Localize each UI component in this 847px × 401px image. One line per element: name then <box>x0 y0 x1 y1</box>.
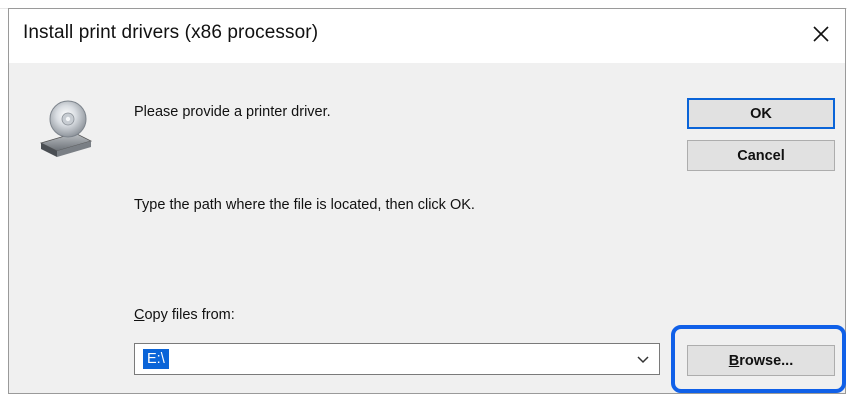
close-button[interactable] <box>803 17 839 51</box>
window-title: Install print drivers (x86 processor) <box>23 22 319 43</box>
chevron-down-icon <box>637 356 649 364</box>
copy-label-mnemonic: C <box>134 307 145 323</box>
screen: Install print drivers (x86 processor) Pl… <box>0 0 847 401</box>
message-type-path: Type the path where the file is located,… <box>134 197 475 213</box>
browse-mnemonic: B <box>728 352 740 369</box>
message-provide-driver: Please provide a printer driver. <box>134 104 331 120</box>
copy-label-text: opy files from: <box>144 307 235 323</box>
close-icon <box>813 26 829 42</box>
browse-label-text: rowse... <box>739 352 794 369</box>
path-input-value[interactable]: E:\ <box>143 349 169 369</box>
ok-button[interactable]: OK <box>687 98 835 129</box>
browse-button[interactable]: Browse... <box>687 345 835 376</box>
copy-files-from-label: Copy files from: <box>134 307 235 323</box>
cancel-button[interactable]: Cancel <box>687 140 835 171</box>
install-print-drivers-dialog: Install print drivers (x86 processor) Pl… <box>8 8 846 394</box>
dropdown-button[interactable] <box>633 350 653 370</box>
copy-files-path-combobox[interactable]: E:\ <box>134 343 660 375</box>
drive-icon <box>39 100 93 157</box>
title-bar: Install print drivers (x86 processor) <box>9 9 845 63</box>
